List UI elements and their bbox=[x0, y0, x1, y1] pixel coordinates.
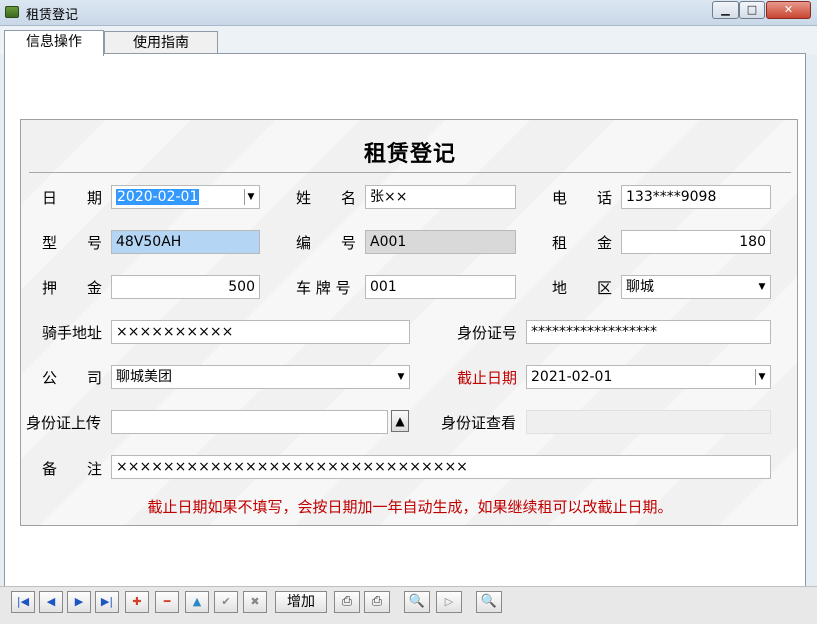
remark-field[interactable]: ×××××××××××××××××××××××××××××× bbox=[111, 455, 771, 479]
app-icon bbox=[5, 6, 19, 18]
region-value: 聊城 bbox=[626, 279, 654, 295]
rider-address-field[interactable]: ×××××××××× bbox=[111, 320, 410, 344]
insert-record-button[interactable]: ✚ bbox=[125, 591, 149, 613]
rider-address-label: 骑手地址 bbox=[42, 324, 103, 342]
date-spin-separator bbox=[244, 189, 245, 205]
code-label: 编 号 bbox=[296, 234, 357, 252]
close-button[interactable]: ✕ bbox=[766, 1, 811, 19]
minimize-button[interactable]: ▁ bbox=[712, 1, 739, 19]
deposit-field[interactable]: 500 bbox=[111, 275, 260, 299]
title-bar: 租赁登记 ▁ □ ✕ bbox=[0, 0, 817, 26]
end-date-spin-separator bbox=[755, 369, 756, 385]
company-label: 公 司 bbox=[42, 369, 103, 387]
plus-icon: ✚ bbox=[132, 595, 142, 608]
name-field[interactable]: 张×× bbox=[365, 185, 516, 209]
window-title: 租赁登记 bbox=[26, 8, 79, 23]
id-upload-field[interactable] bbox=[111, 410, 388, 434]
minus-icon: ━ bbox=[163, 595, 171, 608]
end-date-label: 截止日期 bbox=[457, 369, 518, 387]
end-date-notice: 截止日期如果不填写，会按日期加一年自动生成，如果继续租可以改截止日期。 bbox=[147, 498, 673, 516]
name-label: 姓 名 bbox=[296, 189, 357, 207]
printer-icon: ⎙ bbox=[341, 594, 353, 609]
maximize-button[interactable]: □ bbox=[739, 1, 765, 19]
company-select[interactable]: 聊城美团 ▼ bbox=[111, 365, 410, 389]
tab-strip: 信息操作 使用指南 bbox=[0, 26, 817, 56]
chevron-down-icon[interactable]: ▼ bbox=[757, 276, 767, 298]
next-record-button[interactable]: ▶ bbox=[67, 591, 91, 613]
search-icon: 🔍 bbox=[480, 594, 498, 609]
region-select[interactable]: 聊城 ▼ bbox=[621, 275, 771, 299]
skip-last-icon: ▶| bbox=[100, 595, 114, 608]
chevron-down-icon[interactable]: ▼ bbox=[396, 366, 406, 388]
date-field[interactable]: 2020-02-01 ▼ bbox=[111, 185, 260, 209]
id-number-field[interactable]: ****************** bbox=[526, 320, 771, 344]
tab-info-operations[interactable]: 信息操作 bbox=[4, 30, 104, 56]
model-label: 型 号 bbox=[42, 234, 103, 252]
delete-record-button[interactable]: ━ bbox=[155, 591, 179, 613]
id-number-label: 身份证号 bbox=[457, 324, 518, 342]
edit-record-button[interactable]: ▲ bbox=[185, 591, 209, 613]
code-field: A001 bbox=[365, 230, 516, 254]
deposit-label: 押 金 bbox=[42, 279, 103, 297]
post-record-button[interactable]: ✔ bbox=[214, 591, 238, 613]
arrow-right-icon: ▶ bbox=[74, 595, 84, 608]
check-icon: ✔ bbox=[221, 595, 231, 608]
search-button[interactable]: 🔍 bbox=[476, 591, 502, 613]
id-view-label: 身份证查看 bbox=[441, 414, 517, 432]
tab-user-guide[interactable]: 使用指南 bbox=[104, 31, 218, 55]
last-record-button[interactable]: ▶| bbox=[95, 591, 119, 613]
play-icon: ▷ bbox=[444, 595, 454, 608]
chevron-down-icon[interactable]: ▼ bbox=[246, 186, 256, 208]
heading-divider bbox=[29, 172, 791, 173]
id-view-area[interactable] bbox=[526, 410, 771, 434]
close-icon: ✖ bbox=[250, 595, 260, 608]
form-heading: 租赁登记 bbox=[363, 142, 456, 167]
rent-field[interactable]: 180 bbox=[621, 230, 771, 254]
end-date-value: 2021-02-01 bbox=[531, 369, 613, 385]
chevron-down-icon[interactable]: ▼ bbox=[757, 366, 767, 388]
date-label: 日 期 bbox=[42, 189, 103, 207]
phone-field[interactable]: 133****9098 bbox=[621, 185, 771, 209]
date-value: 2020-02-01 bbox=[116, 189, 200, 205]
region-label: 地 区 bbox=[552, 279, 613, 297]
end-date-field[interactable]: 2021-02-01 ▼ bbox=[526, 365, 771, 389]
skip-first-icon: |◀ bbox=[16, 595, 30, 608]
rent-label: 租 金 bbox=[552, 234, 613, 252]
model-field[interactable]: 48V50AH bbox=[111, 230, 260, 254]
prev-record-button[interactable]: ◀ bbox=[39, 591, 63, 613]
printer-export-icon: ⎙ bbox=[371, 594, 383, 609]
phone-label: 电 话 bbox=[552, 189, 613, 207]
triangle-up-icon: ▲ bbox=[192, 595, 202, 608]
print-button[interactable]: ⎙ bbox=[334, 591, 360, 613]
arrow-left-icon: ◀ bbox=[46, 595, 56, 608]
preview-button[interactable]: 🔍 bbox=[404, 591, 430, 613]
remark-label: 备 注 bbox=[42, 460, 103, 478]
id-upload-label: 身份证上传 bbox=[26, 414, 102, 432]
plate-label: 车 牌 号 bbox=[296, 279, 351, 297]
first-record-button[interactable]: |◀ bbox=[11, 591, 35, 613]
triangle-up-icon: ▲ bbox=[395, 414, 405, 428]
cancel-record-button[interactable]: ✖ bbox=[243, 591, 267, 613]
bottom-toolbar: |◀ ◀ ▶ ▶| ✚ ━ ▲ ✔ ✖ 增加 ⎙ ⎙ 🔍 ▷ 🔍 bbox=[0, 586, 817, 624]
company-value: 聊城美团 bbox=[116, 369, 172, 385]
registration-form: 租赁登记 日 期 2020-02-01 ▼ 姓 名 张×× 电 话 133***… bbox=[20, 119, 798, 526]
plate-field[interactable]: 001 bbox=[365, 275, 516, 299]
add-button[interactable]: 增加 bbox=[275, 591, 327, 613]
upload-button[interactable]: ▲ bbox=[391, 410, 409, 432]
play-button[interactable]: ▷ bbox=[436, 591, 462, 613]
print-export-button[interactable]: ⎙ bbox=[364, 591, 390, 613]
magnifier-icon: 🔍 bbox=[408, 594, 426, 609]
